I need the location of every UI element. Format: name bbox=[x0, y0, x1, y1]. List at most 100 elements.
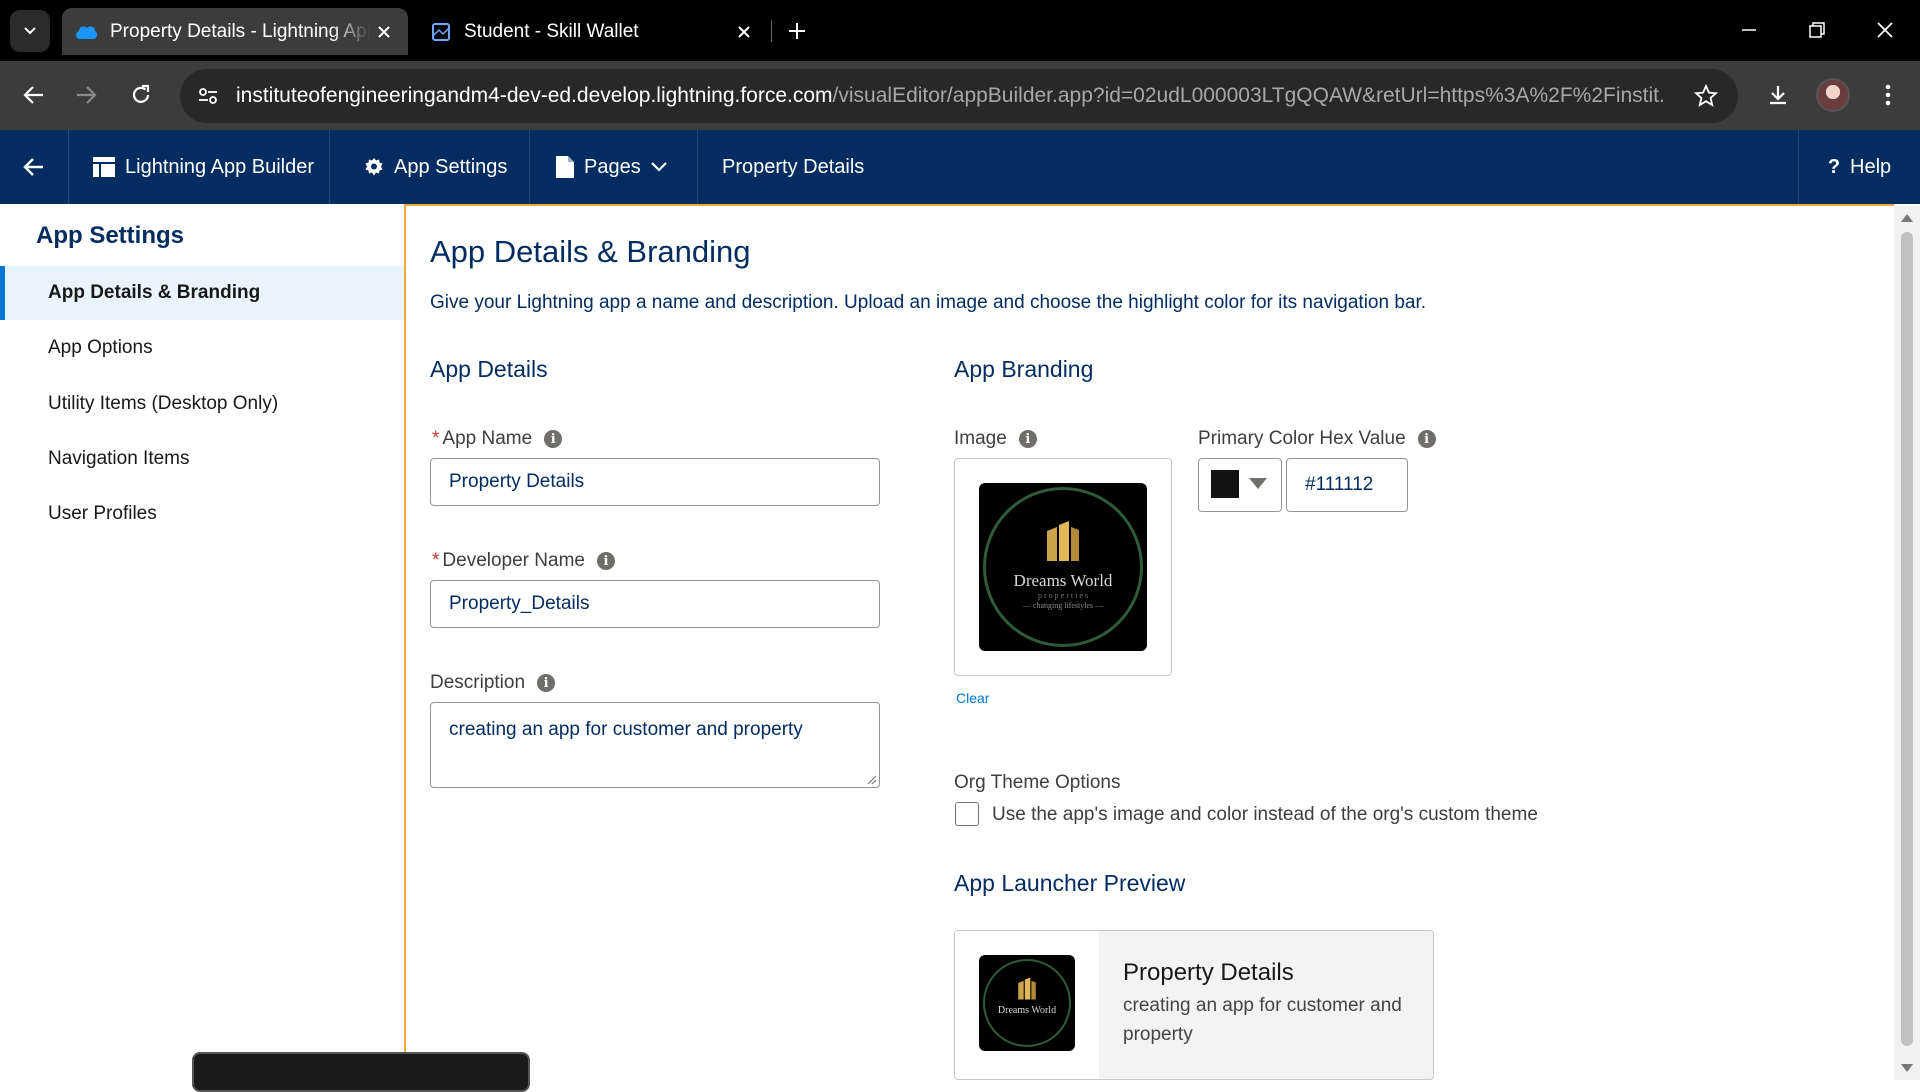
current-page-name: Property Details bbox=[698, 130, 958, 204]
scroll-up-arrow[interactable] bbox=[1901, 214, 1913, 222]
browser-tab-strip: Property Details - Lightning App Builder… bbox=[0, 0, 1920, 61]
page-description: Give your Lightning app a name and descr… bbox=[430, 292, 1427, 313]
developer-name-value: Property_Details bbox=[449, 593, 590, 614]
resize-handle-icon[interactable] bbox=[865, 773, 877, 785]
more-vertical-icon bbox=[1885, 84, 1891, 106]
sidebar-item-app-options[interactable]: App Options bbox=[0, 321, 404, 375]
forward-button[interactable] bbox=[66, 75, 106, 115]
close-tab-icon[interactable] bbox=[370, 18, 398, 46]
developer-name-field[interactable]: Property_Details bbox=[430, 580, 880, 628]
tab-property-details[interactable]: Property Details - Lightning App Builder bbox=[62, 8, 408, 55]
image-label-text: Image bbox=[954, 428, 1007, 449]
info-icon[interactable]: i bbox=[1018, 430, 1037, 448]
current-page-label: Property Details bbox=[722, 155, 865, 178]
org-theme-checkbox[interactable] bbox=[955, 802, 979, 826]
minimize-window-button[interactable] bbox=[1724, 10, 1774, 50]
info-icon[interactable]: i bbox=[1417, 430, 1436, 448]
org-theme-checkbox-label: Use the app's image and color instead of… bbox=[992, 804, 1538, 825]
caret-down-icon bbox=[1249, 478, 1267, 489]
app-details-heading: App Details bbox=[430, 356, 548, 382]
required-mark: * bbox=[432, 550, 440, 571]
lightning-app-builder-label: Lightning App Builder bbox=[125, 155, 315, 178]
description-textarea[interactable]: creating an app for customer and propert… bbox=[430, 702, 880, 788]
tab-search-button[interactable] bbox=[10, 10, 50, 52]
info-icon[interactable]: i bbox=[537, 674, 556, 692]
primary-color-label: Primary Color Hex Value i bbox=[1198, 428, 1436, 450]
app-image-uploader[interactable]: Dreams World p r o p e r t i e s — chang… bbox=[954, 458, 1172, 676]
logo-sub2: — changing lifestyles — bbox=[1022, 601, 1104, 610]
sidebar-item-label: App Details & Branding bbox=[48, 282, 261, 303]
app-name-label: * App Name i bbox=[432, 428, 563, 450]
back-button[interactable] bbox=[14, 75, 54, 115]
description-label: Description i bbox=[430, 672, 556, 694]
app-name-field[interactable]: Property Details bbox=[430, 458, 880, 506]
restore-window-button[interactable] bbox=[1792, 10, 1842, 50]
download-icon bbox=[1770, 86, 1786, 105]
arrow-left-icon bbox=[23, 86, 43, 104]
main-scrollbar[interactable] bbox=[1894, 206, 1920, 1080]
help-button[interactable]: ? Help bbox=[1798, 130, 1920, 204]
partial-popup-overlay bbox=[192, 1052, 530, 1092]
sidebar-item-user-profiles[interactable]: User Profiles bbox=[0, 487, 404, 541]
app-name-label-text: App Name bbox=[442, 428, 533, 449]
logo-ring bbox=[983, 487, 1143, 647]
logo-ring bbox=[983, 959, 1071, 1047]
skill-wallet-icon bbox=[432, 22, 450, 41]
reload-icon bbox=[132, 84, 150, 103]
sidebar-item-label: Navigation Items bbox=[48, 448, 190, 469]
close-window-button[interactable] bbox=[1860, 10, 1910, 50]
help-label: Help bbox=[1850, 155, 1892, 178]
tab-title: Property Details - Lightning App Builder bbox=[110, 20, 370, 42]
sidebar-item-label: App Options bbox=[48, 337, 153, 358]
primary-color-hex-value: #111112 bbox=[1305, 474, 1374, 495]
clear-image-link[interactable]: Clear bbox=[956, 690, 989, 706]
new-tab-button[interactable] bbox=[780, 14, 814, 48]
exit-builder-button[interactable] bbox=[0, 130, 69, 204]
color-swatch bbox=[1211, 470, 1239, 498]
site-info-icon[interactable] bbox=[190, 78, 226, 114]
primary-color-label-text: Primary Color Hex Value bbox=[1198, 428, 1406, 449]
building-logo-icon bbox=[1047, 521, 1079, 561]
preview-logo-name: Dreams World bbox=[997, 1005, 1057, 1016]
arrow-left-icon bbox=[23, 158, 43, 176]
tab-skill-wallet[interactable]: Student - Skill Wallet bbox=[418, 8, 768, 55]
info-icon[interactable]: i bbox=[596, 552, 615, 570]
app-settings-label: App Settings bbox=[394, 155, 508, 178]
info-icon[interactable]: i bbox=[544, 430, 563, 448]
close-icon bbox=[1877, 22, 1893, 38]
sidebar-item-navigation-items[interactable]: Navigation Items bbox=[0, 432, 404, 486]
color-picker-button[interactable] bbox=[1198, 458, 1282, 512]
primary-color-hex-field[interactable]: #111112 bbox=[1286, 458, 1408, 512]
description-value: creating an app for customer and propert… bbox=[449, 719, 803, 740]
chevron-down-icon bbox=[650, 162, 667, 172]
preview-logo-image: Dreams World bbox=[979, 955, 1075, 1051]
profile-avatar[interactable] bbox=[1816, 78, 1850, 112]
scroll-down-arrow[interactable] bbox=[1901, 1064, 1913, 1072]
browser-menu-button[interactable] bbox=[1868, 75, 1908, 115]
browser-toolbar: instituteofengineeringandm4-dev-ed.devel… bbox=[0, 61, 1920, 130]
app-branding-heading: App Branding bbox=[954, 356, 1094, 382]
pages-dropdown[interactable]: Pages bbox=[530, 130, 698, 204]
bookmark-star-icon[interactable] bbox=[1688, 78, 1724, 114]
url-text[interactable]: instituteofengineeringandm4-dev-ed.devel… bbox=[236, 84, 1666, 108]
sidebar-item-app-details-branding[interactable]: App Details & Branding bbox=[0, 266, 404, 320]
salesforce-cloud-icon bbox=[76, 25, 98, 39]
downloads-button[interactable] bbox=[1758, 75, 1798, 115]
preview-app-description: creating an app for customer and propert… bbox=[1123, 995, 1402, 1045]
sidebar-title: App Settings bbox=[36, 222, 184, 249]
settings-sidebar: App Settings App Details & Branding App … bbox=[0, 204, 404, 1080]
building-logo-icon bbox=[1018, 977, 1036, 1000]
minimize-icon bbox=[1742, 29, 1756, 31]
close-tab-icon[interactable] bbox=[730, 18, 758, 46]
sidebar-item-utility-items[interactable]: Utility Items (Desktop Only) bbox=[0, 377, 404, 431]
scrollbar-thumb[interactable] bbox=[1901, 232, 1913, 1046]
app-settings-button[interactable]: App Settings bbox=[330, 130, 530, 204]
tab-separator bbox=[771, 20, 772, 42]
app-name-value: Property Details bbox=[449, 471, 585, 492]
address-bar[interactable]: instituteofengineeringandm4-dev-ed.devel… bbox=[180, 69, 1738, 123]
url-host: instituteofengineeringandm4-dev-ed.devel… bbox=[236, 84, 833, 107]
tab-title: Student - Skill Wallet bbox=[464, 20, 639, 42]
reload-button[interactable] bbox=[121, 75, 161, 115]
developer-name-label: * Developer Name i bbox=[432, 550, 615, 572]
restore-icon bbox=[1809, 22, 1825, 38]
